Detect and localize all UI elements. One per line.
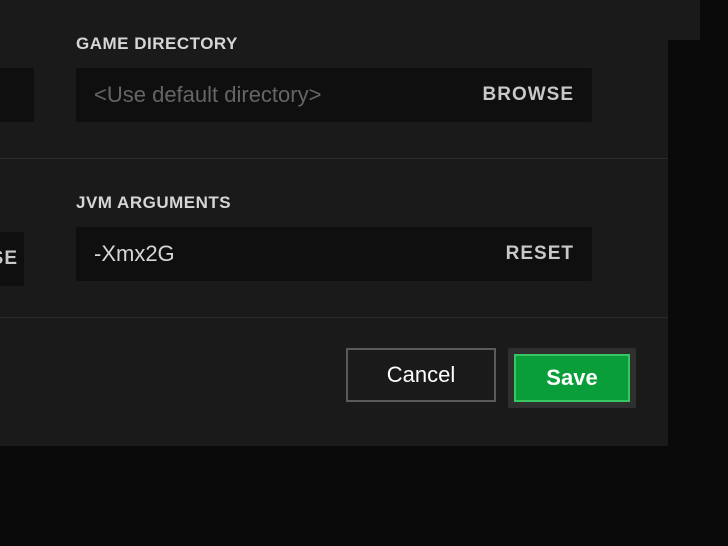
offscreen-fragment	[666, 0, 700, 40]
jvm-arguments-label: JVM ARGUMENTS	[76, 193, 592, 213]
game-directory-row: BROWSE	[76, 68, 592, 122]
jvm-arguments-section: JVM ARGUMENTS RESET	[0, 159, 668, 281]
game-directory-input[interactable]	[94, 82, 483, 108]
save-button[interactable]: Save	[514, 354, 630, 402]
reset-button[interactable]: RESET	[506, 243, 574, 265]
cancel-button[interactable]: Cancel	[346, 348, 496, 402]
offscreen-fragment	[0, 68, 34, 122]
game-directory-label: GAME DIRECTORY	[76, 34, 592, 54]
jvm-arguments-input[interactable]	[94, 241, 506, 267]
settings-panel: GAME DIRECTORY BROWSE JVM ARGUMENTS RESE…	[0, 0, 668, 446]
game-directory-section: GAME DIRECTORY BROWSE	[0, 0, 668, 122]
browse-button[interactable]: BROWSE	[483, 84, 575, 106]
action-bar: Cancel Save	[0, 318, 668, 408]
save-button-highlight: Save	[508, 348, 636, 408]
offscreen-fragment: SE	[0, 232, 24, 286]
jvm-arguments-row: RESET	[76, 227, 592, 281]
